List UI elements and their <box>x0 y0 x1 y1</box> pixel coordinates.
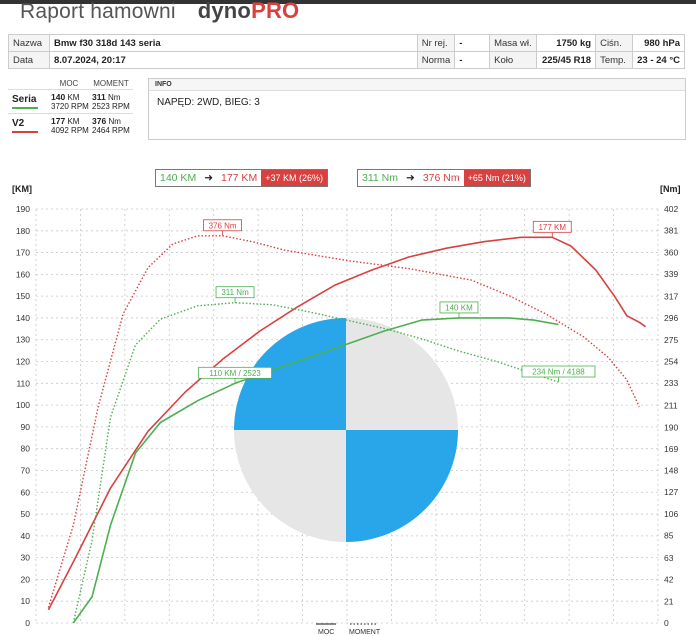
y-left-tick-label: 170 <box>16 248 30 258</box>
y-right-tick-label: 0 <box>664 618 669 628</box>
chart-legend: MOC MOMENT <box>316 623 381 636</box>
y-left-tick-label: 90 <box>21 422 31 432</box>
legend-power-label: MOC <box>318 629 334 636</box>
y-left-tick-label: 0 <box>25 618 30 628</box>
y-right-tick-label: 106 <box>664 509 678 519</box>
data-label: 140 KM <box>439 301 479 318</box>
y-left-tick-label: 50 <box>21 509 31 519</box>
y-right-tick-label: 169 <box>664 444 678 454</box>
y-right-tick-label: 381 <box>664 226 678 236</box>
data-label: 376 Nm <box>203 219 243 236</box>
y-left-tick-label: 70 <box>21 465 31 475</box>
data-label-text: 311 Nm <box>221 288 249 297</box>
y-left-axis-label: [KM] <box>12 184 32 194</box>
y-right-tick-label: 254 <box>664 356 678 366</box>
y-right-tick-label: 339 <box>664 269 678 279</box>
legend-torque-label: MOMENT <box>349 629 381 636</box>
y-right-tick-label: 190 <box>664 422 678 432</box>
y-right-tick-label: 63 <box>664 553 674 563</box>
y-right-tick-label: 317 <box>664 292 678 302</box>
y-right-tick-label: 211 <box>664 401 678 411</box>
y-left-tick-label: 190 <box>16 204 30 214</box>
y-left-tick-label: 140 <box>16 313 30 323</box>
y-right-tick-label: 296 <box>664 313 678 323</box>
data-label-text: 110 KM / 2523 <box>209 369 261 378</box>
logo-quadrant <box>346 318 458 430</box>
y-left-tick-label: 80 <box>21 444 31 454</box>
y-left-tick-label: 60 <box>21 487 31 497</box>
y-left-tick-label: 110 <box>16 378 30 388</box>
y-right-tick-label: 85 <box>664 530 674 540</box>
data-label: 177 KM <box>532 220 572 238</box>
y-right-tick-label: 148 <box>664 466 678 476</box>
y-right-tick-label: 402 <box>664 204 678 214</box>
y-left-tick-label: 150 <box>16 291 30 301</box>
logo-quadrant <box>234 430 346 542</box>
y-left-tick-label: 130 <box>16 335 30 345</box>
y-right-tick-label: 127 <box>664 487 678 497</box>
data-label: 234 Nm / 4188 <box>521 365 596 383</box>
logo-quadrant <box>346 430 458 542</box>
y-left-tick-label: 160 <box>16 269 30 279</box>
y-left-tick-label: 20 <box>21 574 31 584</box>
data-label-text: 234 Nm / 4188 <box>532 368 585 377</box>
y-right-tick-label: 275 <box>664 335 678 345</box>
y-right-tick-label: 42 <box>664 575 674 585</box>
data-label: 311 Nm <box>215 286 255 303</box>
data-label-text: 177 KM <box>538 223 566 232</box>
y-right-tick-label: 233 <box>664 378 678 388</box>
y-left-tick-label: 100 <box>16 400 30 410</box>
y-left-tick-label: 120 <box>16 357 30 367</box>
data-label-text: 140 KM <box>445 303 473 312</box>
y-right-tick-label: 21 <box>664 596 674 606</box>
y-right-tick-label: 360 <box>664 247 678 257</box>
y-right-axis-label: [Nm] <box>660 184 681 194</box>
y-left-tick-label: 30 <box>21 553 31 563</box>
y-left-tick-label: 10 <box>21 596 31 606</box>
y-left-tick-label: 180 <box>16 226 30 236</box>
dyno-chart: 0 10 20 30 40 50 60 70 80 90 100 110 120 130 140 150 160… <box>12 184 681 636</box>
data-label-text: 376 Nm <box>209 221 237 230</box>
y-left-tick-label: 40 <box>21 531 31 541</box>
